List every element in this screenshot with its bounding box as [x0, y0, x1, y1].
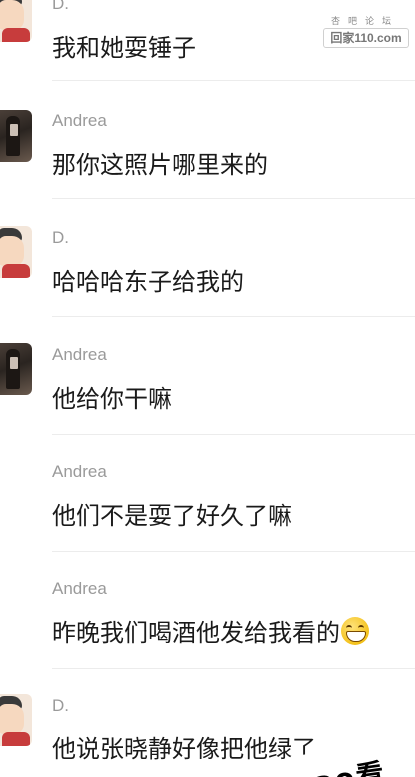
site-watermark: 杏吧论坛 回家110.com — [323, 14, 409, 54]
grinning-face-emoji-icon — [341, 617, 369, 645]
sender-name: Andrea — [52, 579, 107, 598]
watermark-top-text: 杏吧论坛 — [331, 17, 400, 27]
message-divider — [52, 198, 415, 199]
message-text: 昨晚我们喝酒他发给我看的 — [52, 619, 340, 647]
sender-name: Andrea — [52, 345, 107, 364]
message-divider — [52, 551, 415, 552]
sender-avatar[interactable] — [0, 694, 32, 746]
chat-screen: 杏吧论坛 回家110.com D. 我和她耍锤子 Andrea 那你这照片哪里来… — [0, 0, 415, 777]
sender-avatar[interactable] — [0, 0, 32, 42]
message-divider — [52, 668, 415, 669]
message-text: 他给你干嘛 — [52, 385, 172, 413]
message-text: 他们不是耍了好久了嘛 — [52, 502, 292, 530]
watermark-main-text: 回家110.com — [323, 28, 409, 48]
sender-avatar[interactable] — [0, 343, 32, 395]
message-text-row: 昨晚我们喝酒他发给我看的 — [52, 613, 369, 648]
sender-avatar[interactable] — [0, 110, 32, 162]
message-text: 他说张晓静好像把他绿了 — [52, 735, 316, 763]
corner-watermark-text: ao看 — [311, 752, 388, 777]
message-text: 哈哈哈东子给我的 — [52, 268, 244, 296]
message-text: 那你这照片哪里来的 — [52, 151, 268, 179]
sender-name: D. — [52, 228, 69, 247]
sender-name: D. — [52, 696, 69, 715]
sender-name: Andrea — [52, 111, 107, 130]
message-divider — [52, 316, 415, 317]
message-text: 我和她耍锤子 — [52, 34, 196, 62]
sender-name: Andrea — [52, 462, 107, 481]
sender-name: D. — [52, 0, 69, 13]
sender-avatar[interactable] — [0, 226, 32, 278]
message-divider — [52, 80, 415, 81]
message-divider — [52, 434, 415, 435]
